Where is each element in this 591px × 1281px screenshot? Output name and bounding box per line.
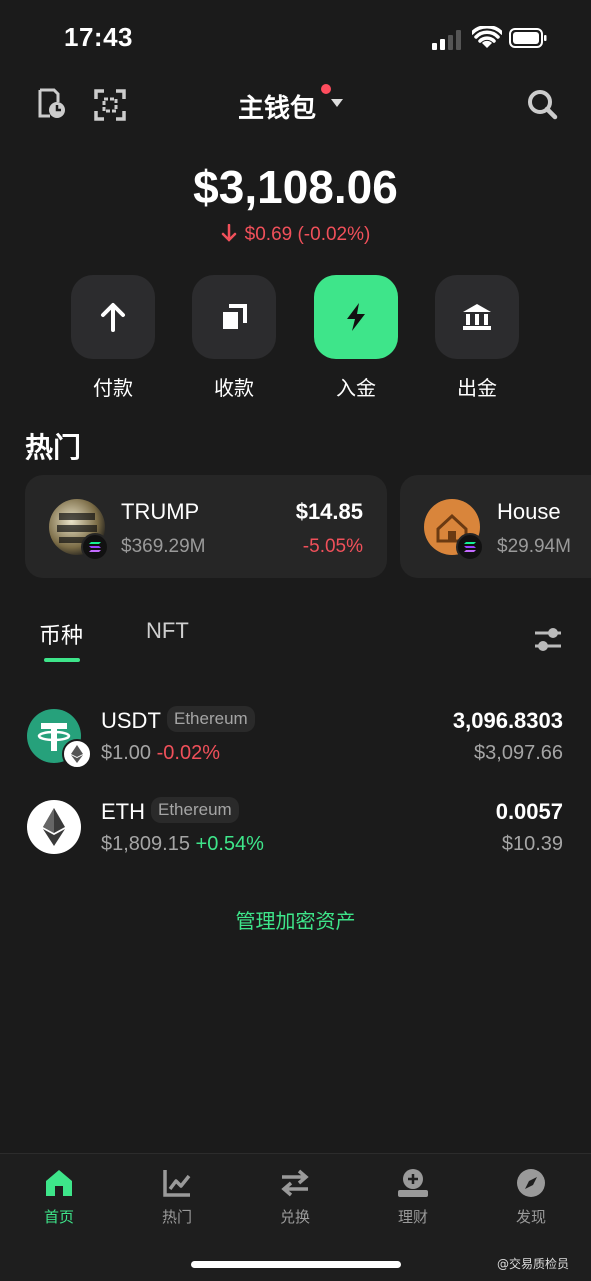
arrow-up-icon (101, 303, 125, 332)
asset-value: $10.39 (501, 833, 563, 855)
battery-icon (509, 28, 547, 48)
tab-nft[interactable]: NFT (146, 618, 189, 644)
wallet-selector[interactable]: 主钱包 (238, 88, 316, 125)
swap-icon (281, 1169, 309, 1197)
hot-card-name: TRUMP (121, 499, 200, 524)
asset-symbol: ETH (101, 799, 145, 824)
lightning-icon (347, 303, 365, 331)
hot-card-price: $14.85 (295, 499, 363, 524)
home-icon (46, 1170, 72, 1196)
search-icon[interactable] (526, 88, 558, 120)
watermark: @交易质检员 (497, 1257, 570, 1271)
filter-icon[interactable] (533, 626, 563, 654)
hot-card-market-cap: $369.29M (121, 536, 206, 557)
hot-card-market-cap: $29.94M (497, 536, 571, 557)
cellular-signal-icon (432, 30, 461, 50)
nav-label: 兑换 (279, 1208, 310, 1226)
earn-icon (398, 1169, 428, 1197)
nav-label: 发现 (515, 1208, 546, 1226)
solana-chain-icon (81, 533, 109, 561)
withdraw-label: 出金 (457, 376, 497, 400)
asset-price-line: $1,809.15 +0.54% (101, 833, 264, 856)
history-icon[interactable] (36, 88, 68, 120)
status-time: 17:43 (64, 22, 133, 52)
receive-button[interactable] (192, 275, 276, 359)
bank-icon (463, 304, 491, 330)
nav-label: 热门 (161, 1208, 192, 1226)
hot-card-name: House (497, 499, 561, 524)
tab-tokens[interactable]: 币种 (39, 618, 83, 650)
balance-change: $0.69 (-0.02%) (0, 224, 591, 246)
copy-icon (223, 304, 247, 329)
hot-card-house[interactable]: House $29.94M (400, 475, 591, 578)
wifi-icon (472, 26, 502, 48)
asset-value: $3,097.66 (474, 742, 563, 764)
hot-card-trump[interactable]: TRUMP $369.29M $14.85 -5.05% (25, 475, 387, 578)
total-balance: $3,108.06 (193, 161, 398, 213)
nav-home[interactable]: 首页 (19, 1168, 99, 1227)
asset-price-line: $1.00 -0.02% (101, 742, 220, 765)
tab-active-indicator (44, 658, 80, 662)
hot-section-title: 热门 (25, 431, 82, 464)
manage-assets-link[interactable]: 管理加密资产 (0, 905, 591, 934)
asset-price: $1,809.15 (101, 833, 190, 855)
asset-row-usdt[interactable]: USDT Ethereum $1.00 -0.02% 3,096.8303 $3… (0, 700, 591, 780)
asset-amount: 3,096.8303 (452, 708, 563, 733)
asset-symbol: USDT (101, 708, 161, 733)
ethereum-chain-icon (62, 739, 92, 769)
compass-icon (517, 1169, 545, 1197)
scan-icon[interactable] (94, 89, 126, 121)
hot-card-change: -5.05% (302, 536, 363, 557)
solana-chain-icon (456, 533, 484, 561)
asset-price: $1.00 (101, 742, 152, 764)
chain-tag: Ethereum (151, 797, 239, 823)
withdraw-button[interactable] (435, 275, 519, 359)
notification-dot (321, 84, 331, 94)
nav-label: 理财 (397, 1208, 428, 1226)
nav-hot[interactable]: 热门 (137, 1168, 217, 1227)
arrow-down-icon (221, 224, 236, 242)
eth-icon (27, 800, 81, 854)
deposit-label: 入金 (336, 376, 376, 400)
deposit-button[interactable] (314, 275, 398, 359)
asset-change: -0.02% (156, 742, 220, 764)
nav-swap[interactable]: 兑换 (255, 1168, 335, 1227)
pay-label: 付款 (93, 376, 133, 400)
nav-earn[interactable]: 理财 (373, 1168, 453, 1227)
pay-button[interactable] (71, 275, 155, 359)
chevron-down-icon[interactable] (331, 99, 343, 107)
asset-row-eth[interactable]: ETH Ethereum $1,809.15 +0.54% 0.0057 $10… (0, 791, 591, 871)
receive-label: 收款 (214, 376, 254, 400)
asset-change: +0.54% (195, 833, 264, 855)
balance-change-value: $0.69 (-0.02%) (244, 224, 371, 245)
nav-label: 首页 (43, 1208, 74, 1226)
asset-amount: 0.0057 (495, 799, 563, 824)
chain-tag: Ethereum (167, 706, 255, 732)
home-indicator[interactable] (191, 1261, 401, 1268)
nav-discover[interactable]: 发现 (491, 1168, 571, 1227)
chart-icon (163, 1170, 191, 1197)
